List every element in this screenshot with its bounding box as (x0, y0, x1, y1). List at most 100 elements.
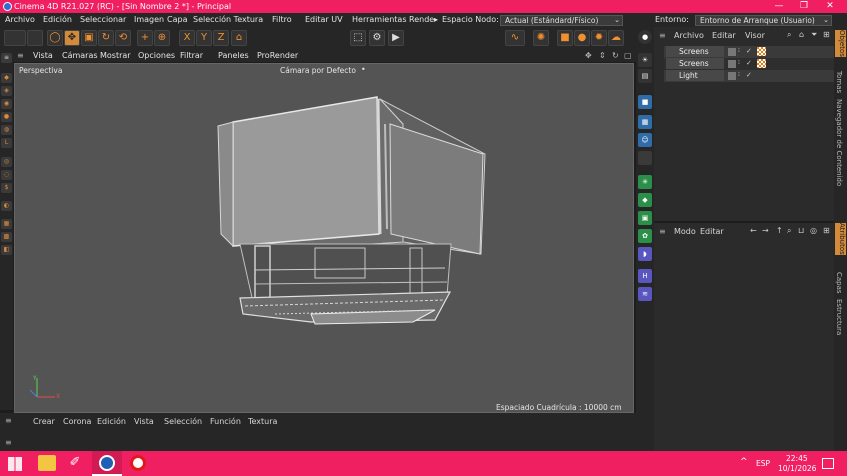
material-menu-funcion[interactable]: Función (210, 417, 241, 426)
snap-icon[interactable]: $ (1, 183, 12, 193)
scale-tool-icon[interactable]: ▣ (81, 30, 97, 46)
render-region-icon[interactable]: ⬚ (350, 30, 366, 46)
attribute-menu-modo[interactable]: Modo (674, 227, 696, 236)
hair-icon[interactable]: ≋ (638, 287, 652, 301)
menu-capa[interactable]: Capa (167, 15, 187, 24)
mograph-matrix-icon[interactable]: ▣ (638, 211, 652, 225)
toggle-view-icon[interactable]: ▢ (624, 51, 632, 60)
lock-icon[interactable]: ⊔ (798, 226, 804, 235)
add-tool-icon[interactable]: + (137, 30, 153, 46)
primitive-cube-icon[interactable]: ■ (557, 30, 573, 46)
lock-workplane-icon[interactable]: ▩ (1, 232, 12, 242)
material-menu-vista[interactable]: Vista (134, 417, 154, 426)
viewport-menu-filtrar[interactable]: Filtrar (180, 51, 203, 60)
attribute-menu-editar[interactable]: Editar (700, 227, 724, 236)
tray-arrow-icon[interactable]: ^ (740, 457, 748, 467)
menu-more-icon[interactable]: ▸ (434, 15, 438, 24)
3d-viewport[interactable]: Perspectiva Cámara por Defecto • Y X Esp… (14, 63, 634, 413)
edges-mode-icon[interactable]: ◍ (1, 125, 12, 135)
workplane-icon[interactable]: ◐ (1, 201, 12, 211)
deformer-icon[interactable]: ◗ (638, 247, 652, 261)
plane-grid-icon[interactable]: ▦ (638, 115, 652, 129)
visibility-dots-icon[interactable]: ⁝ (738, 59, 740, 66)
visibility-dots-icon[interactable]: ⁝ (738, 47, 740, 54)
polygons-mode-icon[interactable]: L (1, 138, 12, 148)
bottom-hamburger-icon[interactable]: ≡ (5, 438, 12, 447)
new-window-icon[interactable]: ⊞ (823, 226, 830, 235)
camera-icon[interactable]: ● (574, 30, 590, 46)
mograph-effector-icon[interactable]: ✿ (638, 229, 652, 243)
environment-icon[interactable]: ☁ (608, 30, 624, 46)
settings-circle-icon[interactable]: ◎ (810, 226, 817, 235)
light-icon[interactable]: ✹ (591, 30, 607, 46)
up-arrow-icon[interactable]: ↑ (776, 226, 783, 235)
spline-icon[interactable]: ∿ (505, 30, 525, 46)
notification-icon[interactable] (822, 458, 834, 469)
tab-objetos[interactable]: Objetos (835, 30, 846, 57)
object-row[interactable]: ⊥ Screens ⁝ ✓ (664, 46, 834, 58)
pan-view-icon[interactable]: ✥ (585, 51, 592, 60)
tweak-mode-icon[interactable]: ◌ (1, 170, 12, 180)
menu-filtro[interactable]: Filtro (272, 15, 292, 24)
coordinate-system-icon[interactable]: ⌂ (231, 30, 247, 46)
forward-arrow-icon[interactable]: → (762, 226, 769, 235)
layer-tag-icon[interactable] (728, 60, 736, 68)
bend-deformer-icon[interactable]: H (638, 269, 652, 283)
clock-date[interactable]: 10/1/2026 (778, 464, 816, 473)
attribute-menu-icon[interactable]: ≡ (659, 227, 666, 236)
undo-button[interactable] (4, 30, 26, 46)
lightbulb-icon[interactable]: ☀ (638, 53, 652, 67)
viewport-menu-vista[interactable]: Vista (33, 51, 53, 60)
file-explorer-icon[interactable] (38, 455, 56, 471)
search-icon[interactable]: ⌕ (787, 226, 791, 236)
planar-workplane-icon[interactable]: ◧ (1, 245, 12, 255)
rotate-tool-icon[interactable]: ↻ (98, 30, 114, 46)
taskbar-cinema4d-button[interactable] (92, 451, 122, 476)
sky-icon[interactable] (638, 151, 652, 165)
generator-icon[interactable]: ✺ (533, 30, 549, 46)
make-editable-icon[interactable]: ◆ (1, 73, 12, 83)
x-axis-button[interactable]: X (179, 30, 195, 46)
minimize-button[interactable]: — (767, 0, 791, 13)
object-name[interactable]: Screens (666, 46, 724, 57)
redo-button[interactable] (27, 30, 43, 46)
windows-start-icon[interactable] (8, 457, 22, 471)
viewport-menu-icon[interactable]: ≡ (17, 51, 24, 60)
object-menu-icon[interactable]: ≡ (659, 31, 666, 40)
filter-icon[interactable]: ⏷ (811, 30, 817, 40)
clock-time[interactable]: 22:45 (786, 454, 808, 463)
viewport-menu-camaras[interactable]: Cámaras (62, 51, 98, 60)
object-row[interactable]: ⊥ Light ⁝ ✓ (664, 70, 834, 82)
material-menu-textura[interactable]: Textura (248, 417, 277, 426)
visibility-dots-icon[interactable]: ⁝ (738, 71, 740, 78)
viewport-menu-prorender[interactable]: ProRender (257, 51, 298, 60)
env-dropdown[interactable]: Entorno de Arranque (Usuario) ⌄ (695, 15, 832, 26)
viewport-menu-mostrar[interactable]: Mostrar (100, 51, 131, 60)
opera-browser-icon[interactable] (130, 455, 146, 471)
menu-seleccionar[interactable]: Seleccionar (80, 15, 126, 24)
object-name[interactable]: Light (666, 70, 724, 81)
menu-edicion[interactable]: Edición (43, 15, 72, 24)
layer-tag-icon[interactable] (728, 48, 736, 56)
material-menu-crear[interactable]: Crear (33, 417, 55, 426)
menu-editar-uv[interactable]: Editar UV (305, 15, 343, 24)
transform-icon[interactable]: ⊕ (154, 30, 170, 46)
y-axis-button[interactable]: Y (196, 30, 212, 46)
z-axis-button[interactable]: Z (213, 30, 229, 46)
cube-primitive-icon[interactable]: ■ (638, 95, 652, 109)
enabled-check-icon[interactable]: ✓ (746, 47, 752, 55)
solo-icon[interactable]: ▦ (1, 219, 12, 229)
viewport-menu-paneles[interactable]: Paneles (218, 51, 249, 60)
axis-mode-icon[interactable]: ◎ (1, 157, 12, 167)
material-menu-corona[interactable]: Corona (63, 417, 91, 426)
recent-tools-icon[interactable]: ⟲ (115, 30, 131, 46)
language-indicator[interactable]: ESP (756, 459, 770, 468)
close-button[interactable]: ✕ (818, 0, 842, 13)
tab-atributos[interactable]: Atributos (835, 223, 846, 255)
object-row[interactable]: ⊥ Screens ⁝ ✓ (664, 58, 834, 70)
character-icon[interactable]: ☺ (638, 133, 652, 147)
tab-tomas[interactable]: Tomas (835, 71, 843, 93)
enabled-check-icon[interactable]: ✓ (746, 71, 752, 79)
material-menu-edicion[interactable]: Edición (97, 417, 126, 426)
new-window-icon[interactable]: ⊞ (823, 30, 830, 39)
